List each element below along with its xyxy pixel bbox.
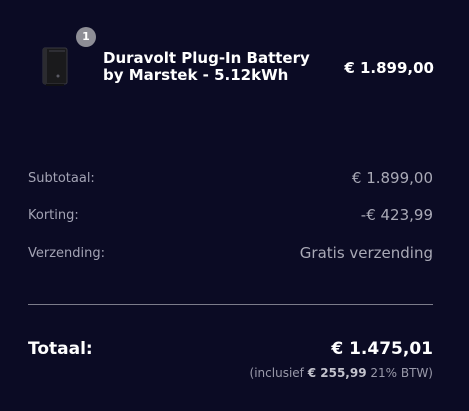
product-price: € 1.899,00 [344,59,434,77]
vat-info: (inclusief € 255,99 21% BTW) [250,366,433,380]
quantity-badge: 1 [76,27,96,47]
vat-amount: € 255,99 [307,366,367,380]
shipping-row: Verzending: Gratis verzending [28,244,433,262]
subtotal-row: Subtotaal: € 1.899,00 [28,169,433,187]
summary-divider [28,304,433,305]
subtotal-value: € 1.899,00 [351,169,433,187]
discount-label: Korting: [28,207,79,223]
vat-suffix: 21% BTW) [370,366,433,380]
discount-row: Korting: -€ 423,99 [28,206,433,224]
discount-value: -€ 423,99 [360,206,433,224]
shipping-value: Gratis verzending [299,244,433,262]
shipping-label: Verzending: [28,245,106,261]
battery-product-image-icon [28,38,86,96]
total-value: € 1.475,01 [331,339,433,359]
vat-prefix: (inclusief [249,366,304,380]
product-name: Duravolt Plug-In Battery by Marstek - 5.… [103,49,310,84]
total-label: Totaal: [28,339,93,359]
subtotal-label: Subtotaal: [28,170,95,186]
battery-product-image-svg [42,47,68,86]
